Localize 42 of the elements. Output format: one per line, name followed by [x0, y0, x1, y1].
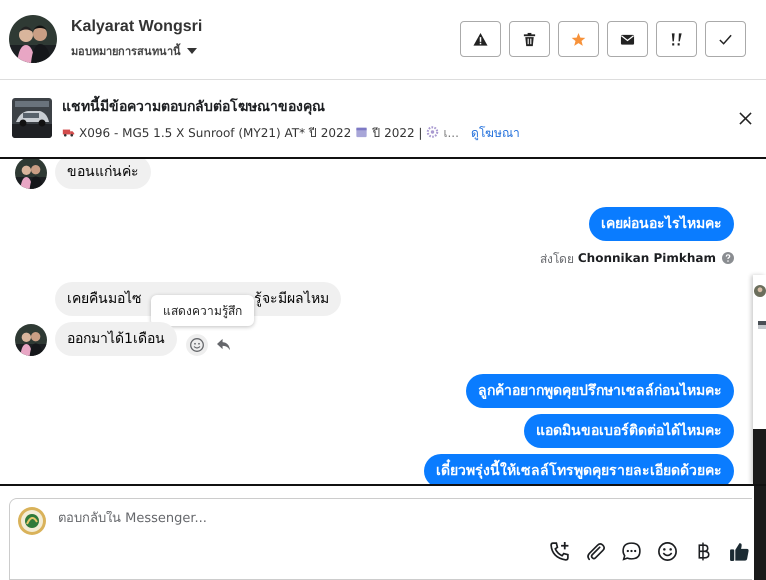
ad-details: X096 - MG5 1.5 X Sunroof (MY21) AT* ปี 2022 — [79, 124, 352, 142]
toolbar-button[interactable] — [656, 21, 697, 58]
thumbs-up-icon — [729, 541, 750, 562]
message-bubble: ออกมาได้1เดือน — [55, 322, 177, 356]
message-bubble: ลูกค้าอยากพูดคุยปรึกษาเซลล์ก่อนไหมคะ — [466, 374, 734, 408]
react-button[interactable] — [186, 334, 208, 356]
toolbar-button[interactable] — [460, 21, 501, 58]
trash-icon — [522, 32, 537, 47]
star-icon — [571, 32, 586, 47]
ad-title: แชทนี้มีข้อความตอบกลับต่อโฆษณาของคุณ — [62, 94, 739, 117]
contact-name: Kalyarat Wongsri — [71, 18, 204, 36]
help-icon[interactable] — [722, 252, 734, 264]
phone-plus-icon — [549, 541, 570, 562]
composer-tool-button[interactable] — [729, 541, 750, 562]
message-bubble: เคยผ่อนอะไรไหมคะ — [589, 206, 734, 241]
exclamation-icon — [669, 32, 684, 47]
speech-bubble-icon — [621, 541, 642, 562]
toolbar-button[interactable] — [607, 21, 648, 58]
view-ad-link[interactable]: ดูโฆษณา — [470, 122, 520, 142]
emoji-icon — [188, 336, 205, 353]
reply-icon[interactable] — [216, 338, 231, 351]
assign-dropdown[interactable]: มอบหมายการสนทนานี้ — [71, 42, 197, 60]
message-bubble: ขอนแก่นค่ะ — [55, 158, 151, 189]
composer-tool-button[interactable] — [585, 541, 606, 562]
toolbar-button[interactable] — [509, 21, 550, 58]
message-bubble: แอดมินขอเบอร์ติดต่อได้ไหมคะ — [524, 414, 734, 448]
composer-tool-button[interactable] — [657, 541, 678, 562]
emoji-icon — [657, 541, 678, 562]
tooltip: แสดงความรู้สึก — [151, 294, 254, 326]
ad-details-more: เ... — [443, 124, 459, 142]
calendar-icon — [355, 126, 368, 138]
sent-by-label: ส่งโดย — [540, 250, 574, 268]
paperclip-icon — [585, 541, 606, 562]
message-bubble: เดี๋ยวพรุ่งนี้ให้เซลล์โทรพูดคุยรายละเอียดด้วยคะ — [424, 454, 734, 484]
gear-icon — [426, 126, 440, 138]
sender-name: Chonnikan Pimkham — [578, 251, 716, 266]
ad-year: ปี 2022 | — [372, 124, 422, 142]
caret-icon — [187, 48, 197, 54]
composer-tool-button[interactable] — [549, 541, 570, 562]
close-icon[interactable] — [739, 112, 752, 125]
composer-tool-button[interactable] — [621, 541, 642, 562]
warning-icon — [473, 32, 488, 47]
